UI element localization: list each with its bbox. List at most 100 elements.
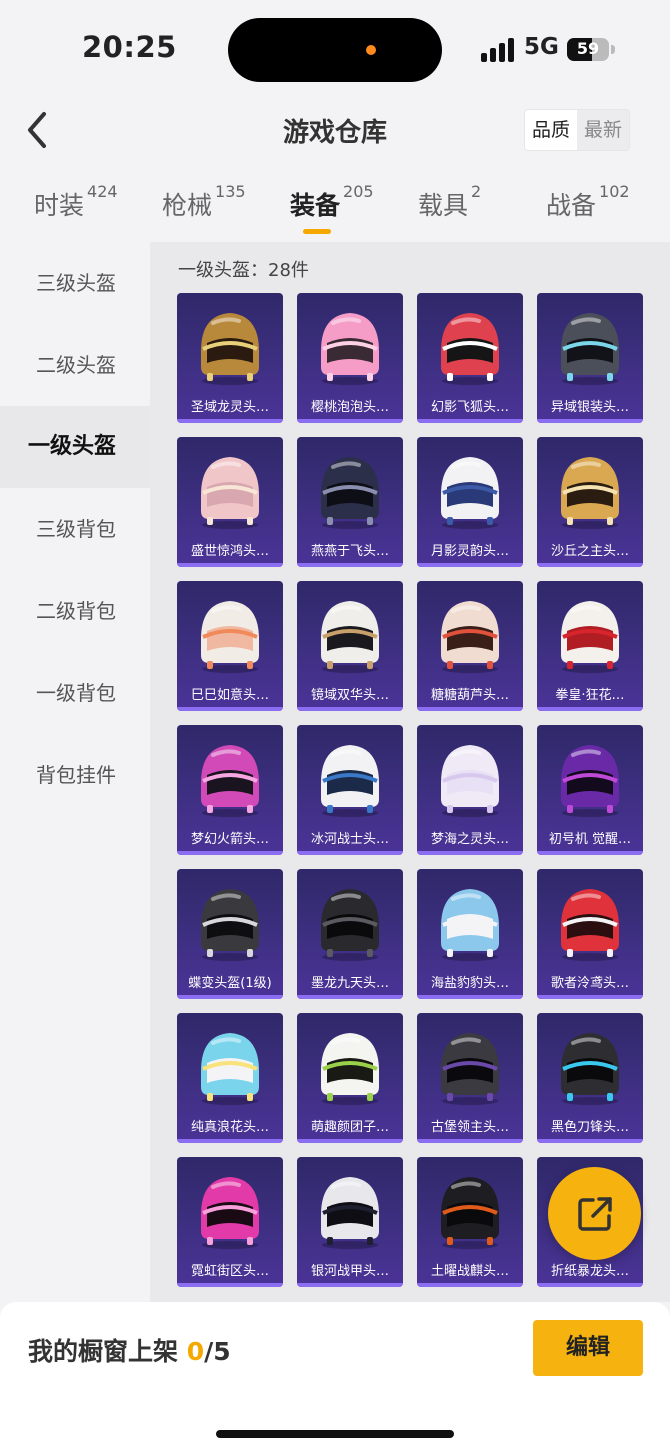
- item-name: 梦幻火箭头…: [190, 832, 269, 847]
- sidebar-item-helmet-lv3[interactable]: 三级头盔: [0, 242, 150, 324]
- rarity-stripe: [537, 707, 643, 711]
- item-card[interactable]: 燕燕于飞头…: [297, 437, 403, 567]
- share-button[interactable]: [548, 1167, 641, 1260]
- rarity-stripe: [537, 1283, 643, 1287]
- item-card[interactable]: 蝶变头盔(1级): [177, 869, 283, 999]
- item-name: 梦海之灵头…: [430, 832, 509, 847]
- dune-lord-helmet-icon: [561, 457, 619, 529]
- sidebar-item-backpack-charm[interactable]: 背包挂件: [0, 734, 150, 816]
- rarity-stripe: [177, 851, 283, 855]
- category-tabs: 时装 424 枪械 135 装备 205 载具 2 战备 102: [0, 180, 670, 236]
- rarity-stripe: [537, 563, 643, 567]
- tab-vehicles[interactable]: 载具 2: [418, 182, 481, 222]
- item-card[interactable]: 幻影飞狐头…: [417, 293, 523, 423]
- battery-icon: 59: [567, 38, 609, 61]
- item-card[interactable]: 月影灵韵头…: [417, 437, 523, 567]
- item-card[interactable]: 萌趣颜团子…: [297, 1013, 403, 1143]
- item-card[interactable]: 歌者泠鸢头…: [537, 869, 643, 999]
- home-indicator: [216, 1430, 454, 1438]
- item-card[interactable]: 冰河战士头…: [297, 725, 403, 855]
- item-card[interactable]: 沙丘之主头…: [537, 437, 643, 567]
- item-name: 冰河战士头…: [310, 832, 389, 847]
- rarity-stripe: [177, 1139, 283, 1143]
- item-card[interactable]: 樱桃泡泡头…: [297, 293, 403, 423]
- rarity-stripe: [537, 995, 643, 999]
- status-time: 20:25: [82, 30, 177, 64]
- item-card[interactable]: 镜域双华头…: [297, 581, 403, 711]
- sidebar-item-helmet-lv2[interactable]: 二级头盔: [0, 324, 150, 406]
- sidebar-item-backpack-lv2[interactable]: 二级背包: [0, 570, 150, 652]
- rarity-stripe: [417, 1283, 523, 1287]
- rarity-stripe: [417, 563, 523, 567]
- status-bar: 20:25 5G 59: [0, 0, 670, 100]
- item-card[interactable]: 梦幻火箭头…: [177, 725, 283, 855]
- tab-fashion[interactable]: 时装 424: [34, 182, 118, 222]
- item-card[interactable]: 盛世惊鸿头…: [177, 437, 283, 567]
- showcase-status: 我的橱窗上架 0/5: [28, 1337, 231, 1366]
- sidebar-item-backpack-lv1[interactable]: 一级背包: [0, 652, 150, 734]
- glacier-warrior-helmet-icon: [321, 745, 379, 817]
- item-name: 圣域龙灵头…: [190, 400, 269, 415]
- saturn-qilin-helmet-icon: [441, 1177, 499, 1249]
- item-card[interactable]: 异域银装头…: [537, 293, 643, 423]
- tab-supplies[interactable]: 战备 102: [546, 182, 630, 222]
- butterfly-helmet-icon: [201, 889, 259, 961]
- sort-toggle: 品质 最新: [524, 109, 631, 151]
- footer-bar: 我的橱窗上架 0/5 编辑: [0, 1302, 670, 1453]
- rarity-stripe: [417, 707, 523, 711]
- dream-sea-helmet-icon: [441, 745, 499, 817]
- item-grid-panel: 一级头盔：28件 圣域龙灵头… 樱桃泡泡头… 幻影飞狐头… 异域银装头… 盛世惊鸿头… 燕…: [150, 242, 670, 1302]
- item-name: 歌者泠鸢头…: [550, 976, 629, 991]
- sort-latest[interactable]: 最新: [577, 110, 629, 150]
- item-name: 土曜战麒头…: [430, 1264, 509, 1279]
- tab-weapons[interactable]: 枪械 135: [162, 182, 246, 222]
- item-card[interactable]: 梦海之灵头…: [417, 725, 523, 855]
- item-name: 燕燕于飞头…: [310, 544, 389, 559]
- item-card[interactable]: 古堡领主头…: [417, 1013, 523, 1143]
- item-card[interactable]: 初号机 觉醒…: [537, 725, 643, 855]
- battery-level: 59: [576, 39, 600, 58]
- pink-crane-helmet-icon: [201, 457, 259, 529]
- active-tab-indicator: [303, 229, 331, 234]
- rarity-stripe: [417, 1139, 523, 1143]
- item-name: 折纸暴龙头…: [550, 1264, 629, 1279]
- item-name: 镜域双华头…: [310, 688, 389, 703]
- rarity-stripe: [537, 419, 643, 423]
- item-card[interactable]: 黑色刀锋头…: [537, 1013, 643, 1143]
- item-name: 巳巳如意头…: [190, 688, 269, 703]
- item-name: 沙丘之主头…: [550, 544, 629, 559]
- item-card[interactable]: 圣域龙灵头…: [177, 293, 283, 423]
- item-name: 蝶变头盔(1级): [188, 976, 272, 991]
- showcase-current: 0: [186, 1337, 205, 1366]
- rarity-stripe: [177, 1283, 283, 1287]
- item-card[interactable]: 墨龙九天头…: [297, 869, 403, 999]
- item-name: 盛世惊鸿头…: [190, 544, 269, 559]
- item-card[interactable]: 纯真浪花头…: [177, 1013, 283, 1143]
- share-icon: [578, 1197, 612, 1231]
- item-card[interactable]: 海盐豹豹头…: [417, 869, 523, 999]
- edit-button[interactable]: 编辑: [533, 1320, 643, 1376]
- chevron-left-icon: [28, 112, 46, 148]
- sidebar-item-backpack-lv3[interactable]: 三级背包: [0, 488, 150, 570]
- ruyi-helmet-icon: [201, 601, 259, 673]
- sidebar-item-helmet-lv1[interactable]: 一级头盔: [0, 406, 150, 488]
- rarity-stripe: [297, 995, 403, 999]
- item-name: 异域银装头…: [550, 400, 629, 415]
- back-button[interactable]: [22, 108, 62, 152]
- sea-salt-leopard-helmet-icon: [441, 889, 499, 961]
- item-card[interactable]: 拳皇·狂花…: [537, 581, 643, 711]
- item-card[interactable]: 土曜战麒头…: [417, 1157, 523, 1287]
- rarity-stripe: [297, 563, 403, 567]
- item-count: 一级头盔：28件: [178, 260, 309, 281]
- kof-helmet-icon: [561, 601, 619, 673]
- castle-lord-helmet-icon: [441, 1033, 499, 1105]
- item-card[interactable]: 银河战甲头…: [297, 1157, 403, 1287]
- item-card[interactable]: 霓虹街区头…: [177, 1157, 283, 1287]
- item-card[interactable]: 糖糖葫芦头…: [417, 581, 523, 711]
- sort-quality[interactable]: 品质: [525, 110, 578, 150]
- eva-unit01-helmet-icon: [561, 745, 619, 817]
- rarity-stripe: [177, 707, 283, 711]
- item-card[interactable]: 巳巳如意头…: [177, 581, 283, 711]
- tab-equipment[interactable]: 装备 205: [290, 182, 374, 222]
- singer-helmet-icon: [561, 889, 619, 961]
